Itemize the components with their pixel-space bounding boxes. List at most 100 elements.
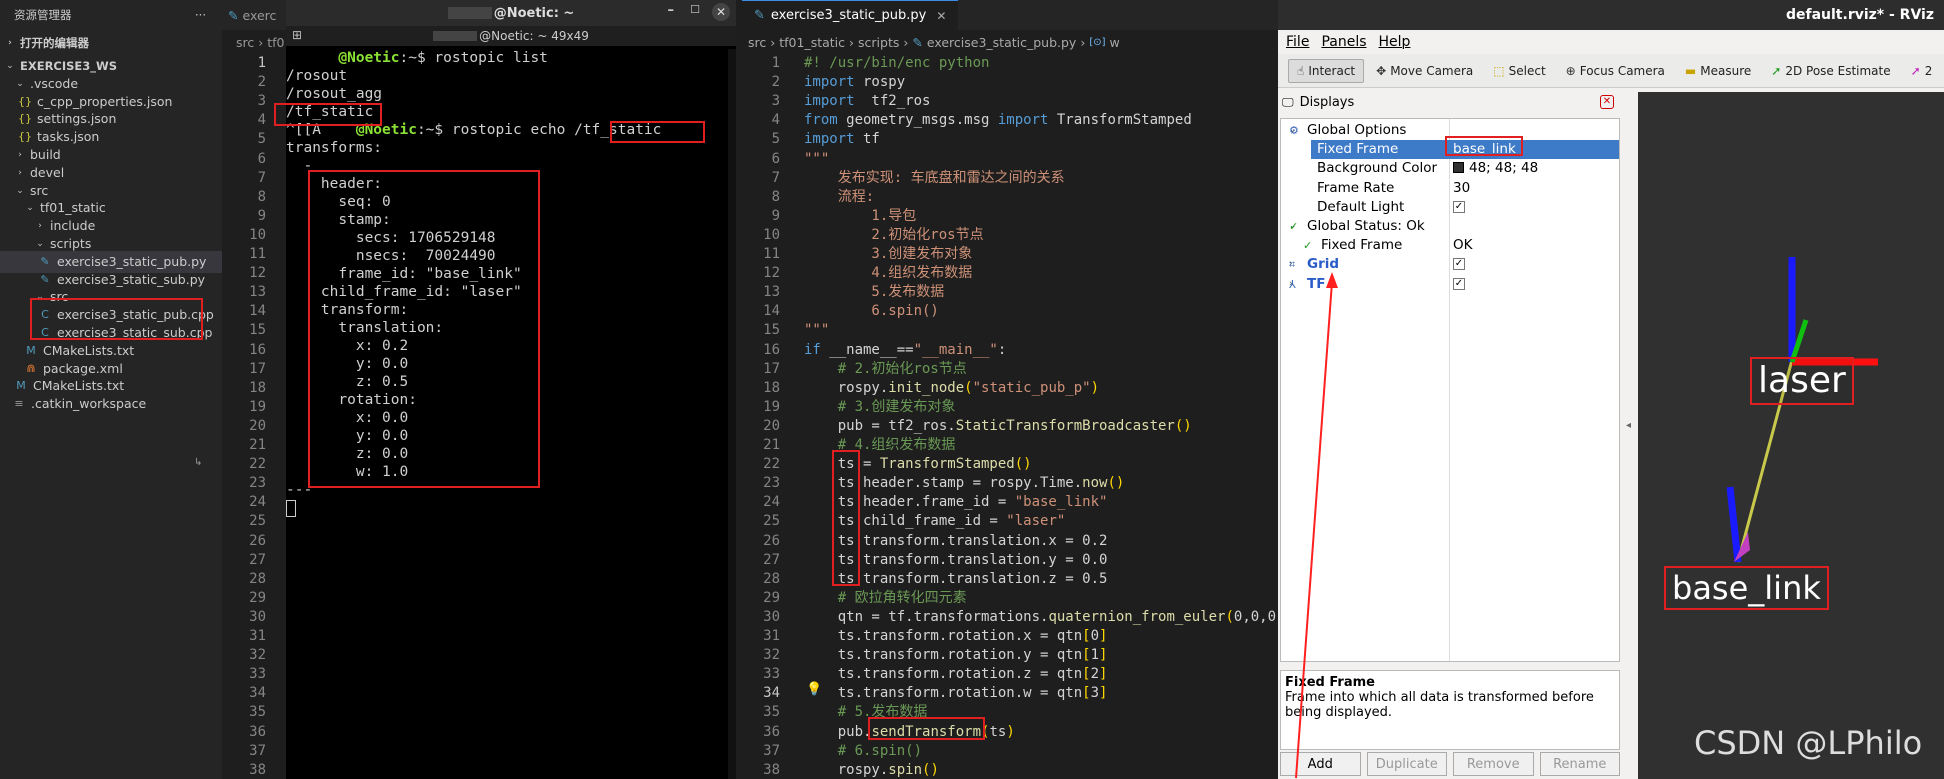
tool-select[interactable]: ⬚ Select	[1485, 60, 1553, 82]
line-number: 31	[763, 628, 780, 644]
editor-tab[interactable]: ✎ exercise3_static_pub.py ✕	[742, 0, 959, 30]
line-number: 11	[249, 246, 266, 262]
code-editor: ✎ exercise3_static_pub.py ✕ src › tf01_sta…	[742, 0, 1278, 779]
line-number: 25	[763, 513, 780, 530]
code-token: TransformStamped	[1048, 112, 1192, 129]
breadcrumb-item[interactable]: tf01_static	[779, 35, 845, 50]
tool-label: Focus Camera	[1579, 63, 1665, 78]
line-number: 17	[249, 360, 266, 377]
maximize-icon[interactable]: ☐	[690, 3, 700, 16]
enabled-checkbox[interactable]: ✓	[1453, 258, 1465, 271]
close-panel-icon[interactable]: ✕	[1600, 95, 1614, 109]
menu-file[interactable]: File	[1286, 34, 1309, 50]
tool-interact[interactable]: ☝ Interact	[1288, 58, 1365, 83]
code-token: # 5.发布数据	[804, 704, 928, 721]
tree-row[interactable]: Background Color 48; 48; 48	[1281, 159, 1619, 178]
close-icon[interactable]: ✕	[712, 3, 730, 21]
code-token: ]	[1099, 628, 1108, 644]
breadcrumb-item[interactable]: scripts	[858, 35, 899, 50]
tool-move-camera[interactable]: ✥ Move Camera	[1368, 60, 1481, 82]
code-token: 1.导包	[804, 207, 917, 224]
code-token: 0	[1090, 628, 1100, 644]
code-token: tf2_ros	[854, 93, 931, 110]
new-tab-icon[interactable]: ⊞	[292, 28, 302, 42]
menu-help[interactable]: Help	[1379, 34, 1411, 50]
tool-measure[interactable]: ▬ Measure	[1677, 60, 1759, 82]
color-swatch[interactable]	[1453, 162, 1464, 174]
line-number: 9	[257, 207, 266, 224]
python-file-icon: ✎	[754, 8, 765, 23]
redacted-user	[447, 7, 492, 19]
remove-button[interactable]: Remove	[1453, 752, 1534, 776]
code-token: pub = tf2_ros.	[804, 417, 956, 434]
tree-row[interactable]: Fixed Frame base_link	[1311, 140, 1619, 160]
code-line: 23 ts.header.stamp = rospy.Time.now()	[742, 474, 1278, 493]
3d-view[interactable]: laser base_link CSDN @LPhilo	[1638, 92, 1944, 779]
line-number: 26	[249, 532, 266, 549]
breadcrumb-item[interactable]: exercise3_static_pub.py	[927, 35, 1076, 50]
breadcrumb-item[interactable]: w	[1110, 35, 1120, 50]
code-line: 34 ts.transform.rotation.w = qtn[3]	[742, 684, 1278, 703]
code-line: 35 # 5.发布数据	[742, 703, 1278, 722]
duplicate-button[interactable]: Duplicate	[1366, 752, 1447, 776]
terminal-line: y: 0.0	[286, 356, 409, 372]
rviz-toolbar: ☝ Interact ✥ Move Camera ⬚ Select ⊕ Focus Camer…	[1278, 54, 1944, 88]
tool-2[interactable]: ➚ 2	[1903, 60, 1941, 82]
displays-title: Displays	[1299, 94, 1355, 110]
code-token: from	[804, 112, 838, 129]
terminal-line: secs: 1706529148	[286, 230, 496, 246]
close-tab-icon[interactable]: ✕	[936, 9, 946, 23]
code-token: ]	[1099, 685, 1108, 702]
terminal-output[interactable]: @Noetic:~$ rostopic list/rosout/rosout_a…	[286, 49, 736, 517]
tool-focus-camera[interactable]: ⊕ Focus Camera	[1558, 60, 1673, 82]
breadcrumb-separator: ›	[770, 34, 776, 50]
line-number: 38	[249, 761, 266, 778]
left-editor-tab[interactable]: ✎ exerc	[222, 0, 286, 30]
terminal-line: w: 1.0	[286, 464, 409, 480]
code-line: 31 ts.transform.rotation.x = qtn[0]	[742, 627, 1278, 646]
enabled-checkbox[interactable]: ✓	[1453, 200, 1465, 213]
tree-row[interactable]: Frame Rate 30	[1281, 179, 1619, 198]
open-editors-section[interactable]: › 打开的编辑器	[0, 32, 222, 54]
focus-camera-icon: ⊕	[1565, 63, 1576, 78]
minimize-icon[interactable]: –	[668, 3, 675, 18]
tree-row[interactable]: ⌄ ⚙ Global Options	[1281, 121, 1619, 140]
more-actions-icon[interactable]: ···	[195, 8, 206, 22]
tree-value-text: 48; 48; 48	[1469, 160, 1539, 177]
code-token: ts	[989, 723, 1007, 740]
tool-label: Select	[1508, 63, 1546, 78]
code-token: "__main__"	[913, 341, 998, 358]
code-line: 20 pub = tf2_ros.StaticTransformBroadcas…	[742, 417, 1278, 436]
terminal-line: child_frame_id: "laser"	[286, 284, 522, 300]
terminal-line: y: 0.0	[286, 428, 409, 444]
enabled-checkbox[interactable]: ✓	[1453, 277, 1465, 290]
terminal-line: x: 0.2	[286, 338, 409, 354]
splitter-arrow-icon[interactable]: ◂	[1626, 420, 1631, 431]
menu-panels[interactable]: Panels	[1321, 34, 1366, 50]
code-line: 2 import rospy	[742, 73, 1278, 92]
code-token: 5.发布数据	[804, 284, 945, 301]
line-number: 3	[771, 93, 780, 110]
line-number: 1	[257, 55, 266, 71]
breadcrumb-item[interactable]: src	[748, 35, 766, 50]
rename-button[interactable]: Rename	[1539, 752, 1620, 776]
line-number: 5	[257, 131, 266, 148]
tree-row-value: 30	[1453, 179, 1470, 198]
line-number: 13	[763, 284, 780, 301]
tree-item[interactable]: ≡ .catkin_workspace	[0, 393, 222, 415]
tree-row[interactable]: Default Light ✓	[1281, 198, 1619, 217]
tool-2d-pose-estimate[interactable]: ➚ 2D Pose Estimate	[1763, 60, 1898, 82]
terminal-scrollbar[interactable]	[728, 49, 736, 779]
code-token: rospy.	[804, 761, 889, 778]
code-token: "static_pub_p"	[972, 379, 1091, 396]
desktop: 资源管理器 ··· › 打开的编辑器 ⌄ EXERCISE3_WS ⌄ .vscode…	[0, 0, 1944, 779]
tree-value-text: base_link	[1453, 141, 1516, 158]
line-number: 32	[249, 647, 266, 664]
left-editor-breadcrumb: src › tf0	[236, 34, 285, 50]
line-number: 27	[249, 551, 266, 568]
line-number: 21	[763, 437, 780, 453]
lightbulb-icon[interactable]: 💡	[806, 682, 822, 697]
tree-row[interactable]: ✓ Fixed Frame OK	[1281, 236, 1619, 255]
line-number: 28	[249, 570, 266, 587]
tree-row[interactable]: ⌄ ✓ Global Status: Ok	[1281, 217, 1619, 236]
